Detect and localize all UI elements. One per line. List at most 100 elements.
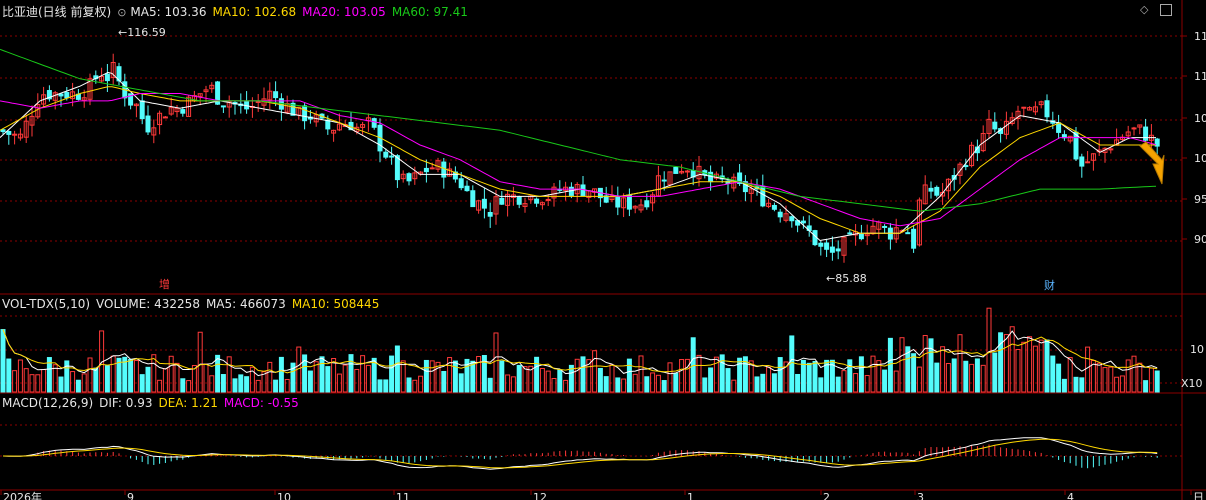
volume-bar <box>1096 362 1102 393</box>
volume-bar <box>41 369 47 393</box>
volume-bar <box>174 362 180 393</box>
volume-value: VOLUME: 432258 <box>96 297 200 311</box>
volume-bar <box>609 364 615 393</box>
volume-bar <box>6 358 12 393</box>
volume-bar <box>104 365 110 393</box>
volume-bar <box>273 379 279 393</box>
candle-body <box>1131 127 1137 130</box>
volume-bar <box>70 371 76 393</box>
candle-body <box>481 198 487 209</box>
volume-tick-label: 10 <box>1190 343 1204 356</box>
volume-bar <box>278 356 284 393</box>
candle-body <box>829 246 835 253</box>
candle-body <box>818 242 824 247</box>
volume-bar <box>1061 378 1067 393</box>
volume-bar <box>928 338 934 393</box>
volume-bar <box>244 376 250 393</box>
candle-body <box>1143 126 1149 141</box>
x-tick-label: 4 <box>1067 491 1074 500</box>
dea-value: DEA: 1.21 <box>158 396 218 410</box>
volume-panel-header: VOL-TDX(5,10) VOLUME: 432258 MA5: 466073 MA… <box>2 296 385 312</box>
volume-bar <box>360 355 366 393</box>
candle-body <box>661 179 667 182</box>
volume-bar <box>110 355 116 393</box>
volume-bar <box>574 358 580 393</box>
candle-body <box>858 233 864 240</box>
volume-bar <box>128 358 134 393</box>
candle-body <box>0 129 6 133</box>
window-icon[interactable] <box>1160 4 1172 16</box>
volume-bar <box>1137 362 1143 393</box>
volume-bar <box>766 366 772 393</box>
x-tick-label: 2 <box>823 491 830 500</box>
volume-bar <box>911 353 917 393</box>
volume-bar <box>87 357 93 393</box>
candle-body <box>429 167 435 170</box>
volume-bar <box>116 357 122 393</box>
volume-bar <box>603 376 609 393</box>
volume-bar <box>470 360 476 393</box>
candle-body <box>905 232 911 235</box>
volume-bar <box>992 352 998 393</box>
stock-chart[interactable]: 11111010959010X102026年 9 10 11 12 1 2 3 4 日←116.5… <box>0 0 1206 500</box>
volume-bar <box>1085 346 1091 393</box>
volume-bar <box>1119 375 1125 393</box>
volume-bar <box>307 370 313 393</box>
volume-bar <box>667 362 673 393</box>
volume-bar <box>510 376 516 393</box>
candle-body <box>684 170 690 173</box>
ma60-value: MA60: 97.41 <box>391 5 468 19</box>
volume-bar <box>1125 359 1131 393</box>
candle-body <box>470 190 476 208</box>
volume-bar <box>812 360 818 393</box>
price-panel-header: 比亚迪(日线 前复权) ⊙ MA5: 103.36 MA10: 102.68 MA20:… <box>2 4 474 20</box>
candle-body <box>64 92 70 99</box>
candle-body <box>992 121 998 130</box>
vol-ma10-value: MA10: 508445 <box>291 297 380 311</box>
candle-body <box>911 228 917 249</box>
volume-bar <box>75 379 81 393</box>
volume-bar <box>406 377 412 393</box>
volume-bar <box>522 366 528 393</box>
candle-body <box>180 109 186 114</box>
volume-bar <box>487 377 493 393</box>
volume-bar <box>354 368 360 393</box>
marker-cai: 财 <box>1044 278 1055 292</box>
volume-bar <box>626 358 632 393</box>
ma10-value: MA10: 102.68 <box>212 5 297 19</box>
candle-body <box>499 197 505 205</box>
expand-icon[interactable]: ⊙ <box>117 6 126 19</box>
volume-bar <box>180 378 186 393</box>
volume-bar <box>557 369 563 393</box>
volume-bar <box>945 363 951 393</box>
diamond-icon[interactable]: ◇ <box>1140 4 1152 16</box>
dea-line <box>3 438 1158 469</box>
volume-bar <box>777 357 783 393</box>
volume-bar <box>209 375 215 393</box>
volume-ma5-line <box>2 329 1158 377</box>
volume-bar <box>725 368 731 393</box>
volume-bar <box>429 360 435 393</box>
volume-bar <box>754 376 760 393</box>
volume-bar <box>1148 367 1154 393</box>
volume-bar <box>615 377 621 393</box>
candle-body <box>777 211 783 218</box>
volume-bar <box>1102 367 1108 393</box>
x-tick-label: 10 <box>277 491 291 500</box>
candle-body <box>824 242 830 250</box>
candle-body <box>104 73 110 82</box>
volume-bar <box>539 367 545 393</box>
volume-bar <box>969 363 975 393</box>
volume-bar <box>655 374 661 393</box>
candle-body <box>255 100 261 103</box>
volume-bar <box>847 359 853 393</box>
candle-body <box>928 187 934 192</box>
volume-bar <box>708 367 714 393</box>
candle-body <box>139 100 145 120</box>
volume-bar <box>644 376 650 393</box>
volume-bar <box>203 363 209 393</box>
volume-bar <box>963 360 969 393</box>
volume-bar <box>864 375 870 393</box>
volume-bar <box>93 367 99 393</box>
volume-bar <box>383 379 389 393</box>
